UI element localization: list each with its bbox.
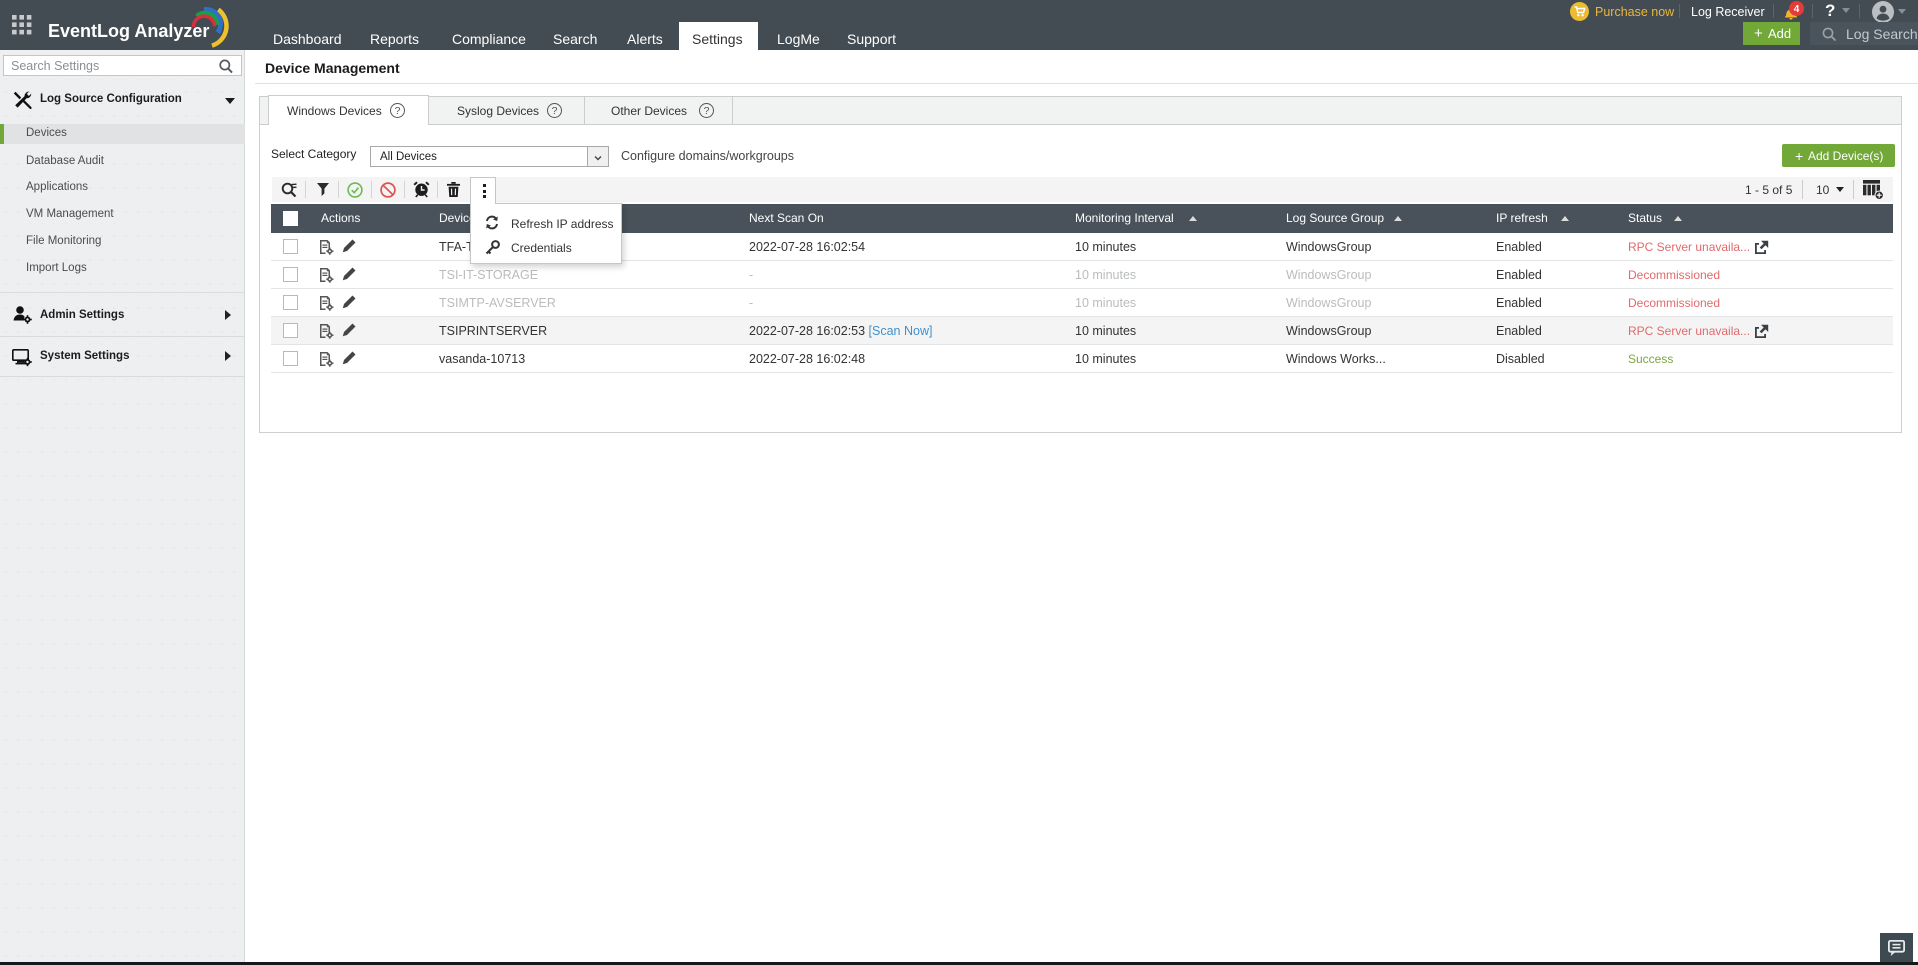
svg-text:4: 4 xyxy=(1794,4,1800,15)
